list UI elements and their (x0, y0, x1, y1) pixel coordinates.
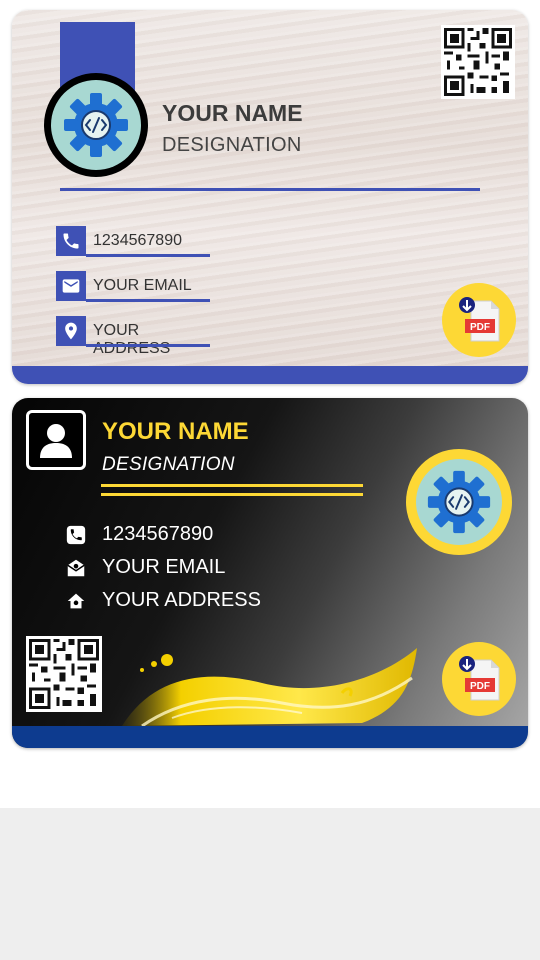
svg-text:PDF: PDF (470, 681, 490, 692)
email-row: YOUR EMAIL (56, 271, 212, 305)
email-text: YOUR EMAIL (93, 277, 192, 294)
avatar-icon (26, 410, 86, 470)
address-text: YOUR ADDRESS (102, 589, 261, 611)
download-pdf-button[interactable]: PDF (442, 642, 516, 716)
qr-code-icon (26, 636, 102, 712)
phone-text: 1234567890 (102, 523, 214, 545)
yellow-splash-decoration (122, 648, 417, 728)
phone-row: 1234567890 (56, 226, 212, 260)
company-logo (44, 73, 148, 177)
email-icon (56, 271, 86, 301)
gear-code-icon (427, 470, 491, 534)
phone-icon (64, 523, 88, 547)
svg-text:PDF: PDF (470, 322, 490, 333)
phone-icon (56, 226, 86, 256)
location-pin-icon (56, 316, 86, 346)
business-card-template-1[interactable]: YOUR NAME DESIGNATION 1234567890 YOUR EM… (12, 10, 528, 384)
qr-code-icon (441, 25, 515, 99)
phone-text: 1234567890 (93, 232, 182, 249)
divider-line (101, 484, 363, 487)
divider-line (101, 493, 363, 496)
card-bottom-bar (12, 726, 528, 748)
company-logo (406, 449, 512, 555)
card-designation: DESIGNATION (162, 134, 302, 156)
address-row: YOUR ADDRESS (56, 316, 212, 357)
card-bottom-bar (12, 366, 528, 384)
home-location-icon (64, 589, 88, 613)
email-text: YOUR EMAIL (102, 556, 226, 578)
email-icon (64, 556, 88, 580)
business-card-template-2[interactable]: YOUR NAME DESIGNATION 1234567890 YOUR EM… (12, 398, 528, 748)
card-name: YOUR NAME (102, 418, 249, 445)
download-pdf-button[interactable]: PDF (442, 283, 516, 357)
card-designation: DESIGNATION (102, 454, 235, 475)
address-text: YOUR ADDRESS (93, 322, 171, 357)
divider-line (60, 188, 480, 191)
pdf-download-icon: PDF (459, 297, 500, 342)
pdf-download-icon: PDF (459, 656, 500, 701)
empty-bottom-area (0, 808, 540, 960)
gear-code-icon (64, 93, 128, 157)
card-name: YOUR NAME (162, 100, 303, 126)
